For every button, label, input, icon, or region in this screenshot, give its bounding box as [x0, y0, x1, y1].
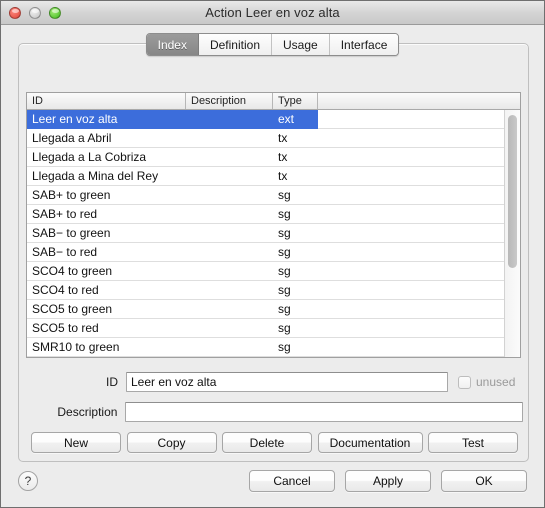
table-cell-id: Llegada a La Cobriza [32, 150, 147, 164]
window-title: Action Leer en voz alta [205, 5, 340, 20]
table-cell-type: tx [278, 169, 288, 183]
table-cell-id: SCO4 to green [32, 264, 113, 278]
dialog-footer: ? Cancel Apply OK [1, 454, 544, 507]
apply-button[interactable]: Apply [345, 469, 431, 492]
tab-bar: Index Definition Usage Interface [1, 33, 544, 56]
tab-list: Index Definition Usage Interface [145, 33, 400, 56]
tab-definition[interactable]: Definition [198, 34, 272, 55]
unused-checkbox-label: unused [476, 375, 516, 389]
id-input[interactable] [126, 372, 448, 392]
actions-table: ID Description Type Leer en voz alta ext L… [26, 92, 521, 358]
id-field-row: ID unused [26, 372, 523, 392]
table-row[interactable]: Llegada a Abril tx [27, 129, 504, 148]
table-cell-type: sg [278, 245, 291, 259]
description-input[interactable] [125, 402, 523, 422]
table-rows: Leer en voz alta ext Llegada a Abril tx Lleg… [27, 110, 504, 357]
zoom-button-icon[interactable] [49, 6, 61, 19]
column-header-extra[interactable] [318, 93, 520, 109]
help-icon[interactable]: ? [18, 470, 38, 491]
table-row[interactable]: SAB− to red sg [27, 243, 504, 262]
table-row[interactable]: Leer en voz alta ext [27, 110, 504, 129]
table-cell-type: tx [278, 150, 288, 164]
table-cell-id: Llegada a Mina del Rey [32, 169, 159, 183]
table-cell-id: SCO5 to green [32, 302, 113, 316]
table-cell-type: tx [278, 131, 288, 145]
tab-index[interactable]: Index [146, 34, 199, 55]
delete-button[interactable]: Delete [222, 432, 312, 453]
table-cell-type: sg [278, 302, 291, 316]
table-vertical-scrollbar[interactable] [504, 110, 520, 357]
ok-button[interactable]: OK [441, 469, 527, 492]
table-cell-type: sg [278, 207, 291, 221]
table-cell-type: sg [278, 264, 291, 278]
table-row[interactable]: Llegada a Mina del Rey tx [27, 167, 504, 186]
table-cell-id: SMR10 to green [32, 340, 120, 354]
description-field-label: Description [57, 405, 118, 419]
cancel-button[interactable]: Cancel [249, 469, 335, 492]
description-field-row: Description [26, 402, 523, 422]
table-cell-id: Leer en voz alta [27, 110, 185, 129]
test-button[interactable]: Test [428, 432, 518, 453]
table-cell-type: sg [278, 340, 291, 354]
table-row[interactable]: Llegada a La Cobriza tx [27, 148, 504, 167]
column-header-id[interactable]: ID [27, 93, 185, 109]
table-body: Leer en voz alta ext Llegada a Abril tx Lleg… [27, 110, 520, 357]
dialog-window: Action Leer en voz alta ID Description T… [0, 0, 545, 508]
copy-button[interactable]: Copy [126, 432, 217, 453]
index-panel: ID Description Type Leer en voz alta ext L… [18, 43, 529, 462]
table-cell-id: SAB− to red [32, 245, 98, 259]
table-cell-id: SAB+ to green [32, 188, 111, 202]
table-row[interactable]: SCO5 to red sg [27, 319, 504, 338]
table-cell-id: SAB+ to red [32, 207, 98, 221]
table-row[interactable]: SCO4 to green sg [27, 262, 504, 281]
table-cell-id: SAB− to green [32, 226, 111, 240]
table-cell-id: Llegada a Abril [32, 131, 112, 145]
table-cell-type: sg [278, 226, 291, 240]
table-row[interactable]: SAB− to green sg [27, 224, 504, 243]
table-cell-type: sg [278, 188, 291, 202]
column-header-description[interactable]: Description [185, 93, 273, 109]
table-row[interactable]: SMR10 to green sg [27, 338, 504, 357]
table-row[interactable]: SCO5 to green sg [27, 300, 504, 319]
table-row[interactable]: SAB+ to red sg [27, 205, 504, 224]
record-actions-toolbar: New Copy Delete Documentation Test [31, 432, 518, 453]
table-header-row: ID Description Type [27, 93, 520, 110]
tab-interface[interactable]: Interface [329, 34, 399, 55]
scrollbar-thumb[interactable] [508, 115, 517, 268]
dialog-content: ID Description Type Leer en voz alta ext L… [1, 25, 544, 507]
table-row[interactable]: SCO4 to red sg [27, 281, 504, 300]
table-cell-id: SCO5 to red [32, 321, 99, 335]
documentation-button[interactable]: Documentation [317, 432, 423, 453]
table-cell-type: ext [273, 110, 318, 129]
column-header-type[interactable]: Type [273, 93, 318, 109]
dialog-button-group: Cancel Apply OK [249, 469, 527, 492]
window-controls [9, 6, 61, 19]
table-cell-description [185, 110, 273, 129]
id-field-label: ID [106, 375, 118, 389]
title-bar: Action Leer en voz alta [1, 1, 544, 25]
tab-usage[interactable]: Usage [272, 34, 330, 55]
table-cell-id: SCO4 to red [32, 283, 99, 297]
new-button[interactable]: New [31, 432, 121, 453]
table-cell-type: sg [278, 321, 291, 335]
unused-checkbox-group[interactable]: unused [458, 375, 515, 389]
table-cell-type: sg [278, 283, 291, 297]
minimize-button-icon[interactable] [29, 6, 41, 19]
table-row[interactable]: SAB+ to green sg [27, 186, 504, 205]
unused-checkbox[interactable] [458, 375, 471, 389]
close-button-icon[interactable] [9, 6, 21, 19]
